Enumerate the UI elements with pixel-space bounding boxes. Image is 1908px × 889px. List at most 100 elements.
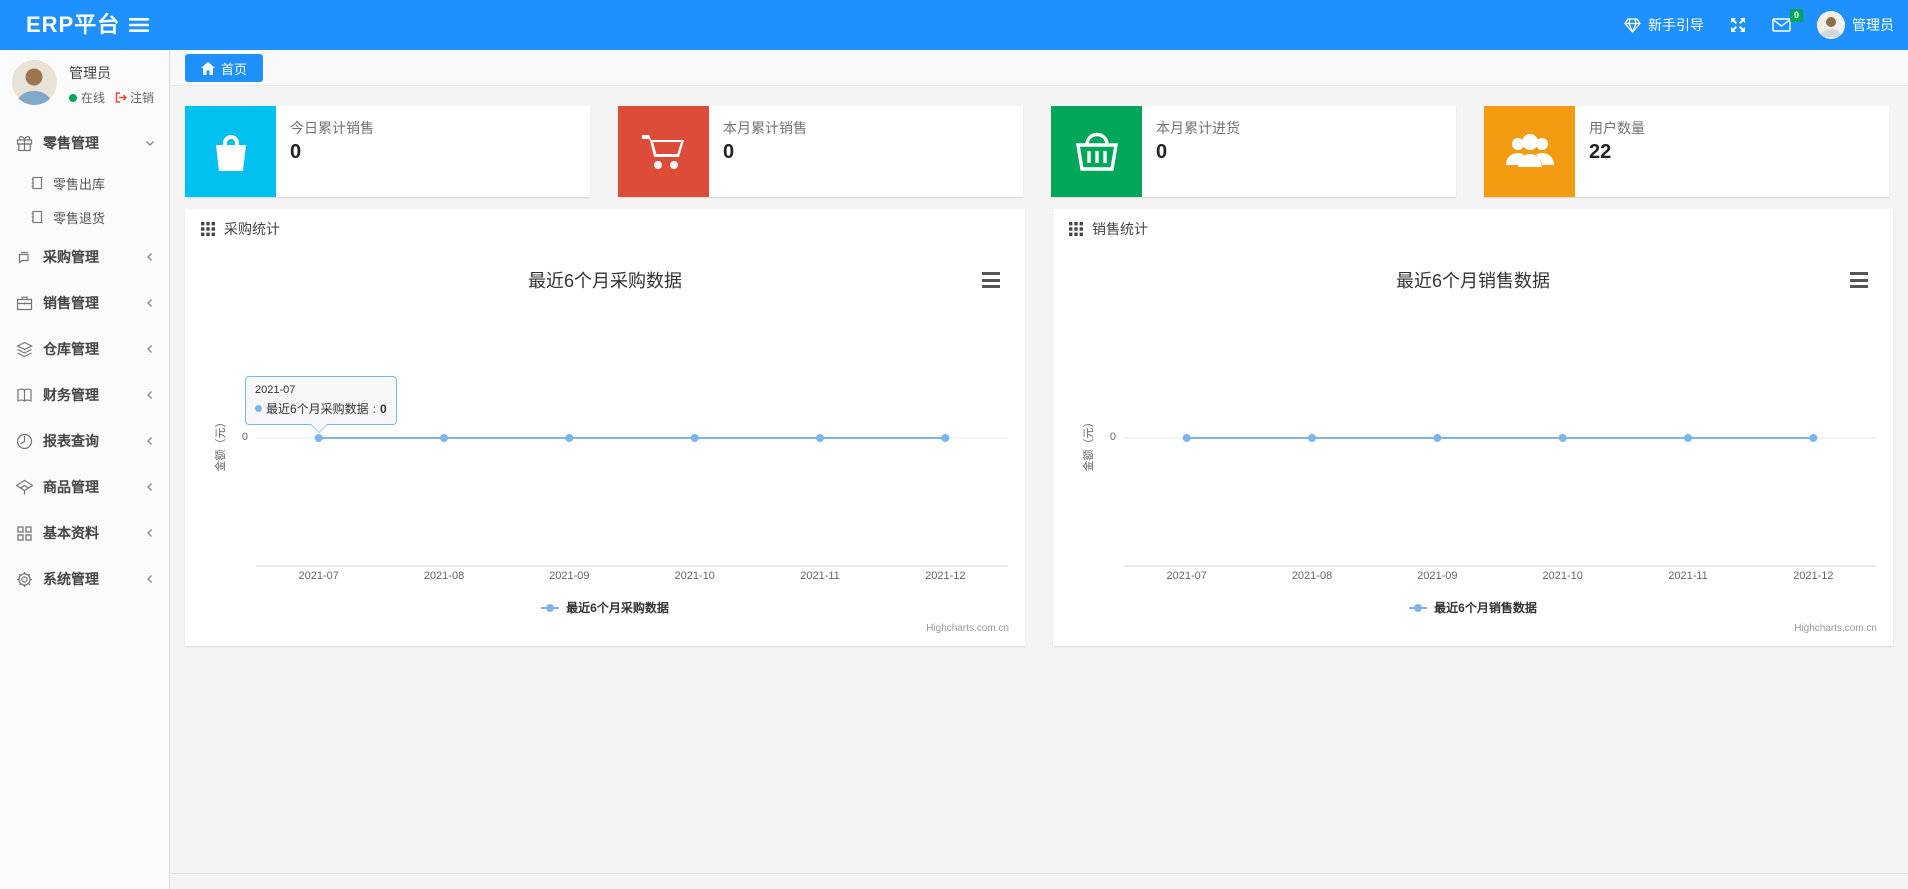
document-icon [30, 176, 44, 190]
stat-card-month-sales[interactable]: 本月累计销售 0 [618, 106, 1023, 197]
sidebar-item-label: 采购管理 [43, 249, 99, 265]
sidebar-item-goods[interactable]: 商品管理 [0, 464, 169, 510]
legend-item[interactable]: 最近6个月销售数据 [1053, 599, 1893, 616]
panel-header: 销售统计 [1053, 209, 1893, 249]
th-grid-icon [201, 222, 215, 236]
x-axis-tick-label: 2021-11 [800, 570, 840, 582]
exchange-icon [16, 249, 33, 266]
sidebar-item-label: 零售出库 [53, 176, 106, 192]
online-status-label: 在线 [81, 91, 106, 105]
stat-value: 0 [290, 141, 302, 163]
stat-label: 本月累计进货 [1156, 120, 1240, 136]
stat-value: 0 [723, 141, 735, 163]
main-content: 首页 今日累计销售 0 本月累计销售 0 本月累计进货 0 用户数量 22 采购… [171, 50, 1908, 889]
gift-icon [16, 135, 33, 152]
legend-line-marker-icon [1409, 603, 1428, 612]
hamburger-icon [129, 17, 149, 33]
guide-label: 新手引导 [1648, 17, 1704, 33]
sidebar-item-label: 财务管理 [43, 387, 99, 403]
series-bullet-icon [255, 405, 262, 412]
sidebar-user-name: 管理员 [69, 65, 111, 81]
y-axis-tick: 0 [1109, 431, 1116, 443]
tooltip-value: 0 [380, 401, 387, 416]
gear-icon [16, 571, 33, 588]
content-bottom-divider [171, 873, 1908, 874]
messages-button[interactable]: 0 [1772, 9, 1803, 32]
chart-context-menu-button[interactable] [1850, 272, 1868, 288]
x-axis-tick-label: 2021-10 [674, 570, 715, 582]
report-icon [16, 433, 33, 450]
avatar [1817, 11, 1845, 39]
chevron-down-icon [145, 138, 155, 148]
logout-icon [115, 92, 128, 103]
envelope-icon [1772, 18, 1791, 32]
y-axis-tick: 0 [241, 431, 248, 443]
sidebar-toggle-button[interactable] [126, 13, 152, 37]
shopping-basket-icon [1051, 106, 1142, 197]
tooltip-series: 最近6个月采购数据 [266, 402, 369, 416]
panel-title: 销售统计 [1092, 221, 1148, 237]
fullscreen-button[interactable] [1730, 17, 1746, 33]
stat-label: 用户数量 [1589, 120, 1645, 136]
sidebar-item-label: 系统管理 [43, 571, 99, 587]
ledger-icon [16, 387, 33, 404]
chevron-left-icon [145, 252, 155, 262]
x-axis-tick-label: 2021-07 [1166, 570, 1207, 582]
sidebar-item-warehouse[interactable]: 仓库管理 [0, 326, 169, 372]
highcharts-credit-link[interactable]: Highcharts.com.cn [1794, 623, 1877, 634]
brand-logo[interactable]: ERP平台 [26, 0, 120, 50]
sidebar-item-basic-data[interactable]: 基本资料 [0, 510, 169, 556]
x-axis-tick-label: 2021-11 [1668, 570, 1708, 582]
fullscreen-icon [1730, 17, 1746, 33]
sidebar-menu: 零售管理 零售出库 零售退货 采购管理 销售管理 仓库管理 财务管理 报表查询 … [0, 120, 169, 602]
panel-header: 采购统计 [185, 209, 1025, 249]
stat-card-user-count[interactable]: 用户数量 22 [1484, 106, 1889, 197]
sidebar-item-purchase[interactable]: 采购管理 [0, 234, 169, 280]
highcharts-credit-link[interactable]: Highcharts.com.cn [926, 623, 1009, 634]
sidebar-item-label: 零售管理 [43, 135, 99, 151]
stat-label: 本月累计销售 [723, 120, 807, 136]
logout-link[interactable]: 注销 [115, 89, 154, 106]
sidebar-item-system[interactable]: 系统管理 [0, 556, 169, 602]
chart-context-menu-button[interactable] [982, 272, 1000, 288]
chevron-left-icon [145, 436, 155, 446]
grid-icon [16, 525, 33, 542]
message-count-badge: 0 [1789, 9, 1803, 22]
chart-title: 最近6个月采购数据 [527, 271, 682, 291]
user-label: 管理员 [1852, 17, 1894, 33]
online-status-icon [69, 93, 77, 102]
x-axis-tick-label: 2021-08 [1291, 570, 1333, 582]
chart-panels-row: 采购统计 最近6个月采购数据 金额（元） 0 2021-07 最近6个月采购数据… [185, 209, 1893, 646]
sidebar-item-retail-return[interactable]: 零售退货 [0, 200, 169, 234]
legend-line-marker-icon [541, 603, 560, 612]
sidebar-item-sales[interactable]: 销售管理 [0, 280, 169, 326]
sidebar-item-label: 仓库管理 [43, 341, 99, 357]
layers-icon [16, 341, 33, 358]
stat-value: 0 [1156, 141, 1168, 163]
sidebar-item-label: 零售退货 [53, 210, 106, 226]
x-axis-tick-label: 2021-07 [298, 570, 339, 582]
user-menu[interactable]: 管理员 [1817, 11, 1894, 39]
stat-label: 今日累计销售 [290, 120, 374, 136]
home-icon [201, 61, 215, 75]
x-axis-tick-label: 2021-10 [1542, 570, 1583, 582]
document-icon [30, 210, 44, 224]
legend-label: 最近6个月采购数据 [566, 601, 669, 615]
briefcase-icon [16, 295, 33, 312]
stat-card-month-purchase[interactable]: 本月累计进货 0 [1051, 106, 1456, 197]
top-navbar: ERP平台 新手引导 0 管理员 [0, 0, 1908, 50]
sidebar-item-reports[interactable]: 报表查询 [0, 418, 169, 464]
legend-label: 最近6个月销售数据 [1434, 601, 1537, 615]
sidebar: 管理员 在线 注销 零售管理 零售出库 零售退货 采购管理 销售管理 仓库管理 … [0, 50, 170, 889]
avatar [12, 60, 57, 105]
sidebar-item-retail-outbound[interactable]: 零售出库 [0, 166, 169, 200]
tab-bar: 首页 [171, 50, 1908, 86]
legend-item[interactable]: 最近6个月采购数据 [185, 599, 1025, 616]
sidebar-item-retail[interactable]: 零售管理 [0, 120, 169, 166]
stat-card-today-sales[interactable]: 今日累计销售 0 [185, 106, 590, 197]
tab-home[interactable]: 首页 [185, 54, 264, 82]
sidebar-item-finance[interactable]: 财务管理 [0, 372, 169, 418]
sidebar-item-label: 销售管理 [43, 295, 99, 311]
box-icon [16, 479, 33, 496]
guide-button[interactable]: 新手引导 [1624, 15, 1704, 35]
